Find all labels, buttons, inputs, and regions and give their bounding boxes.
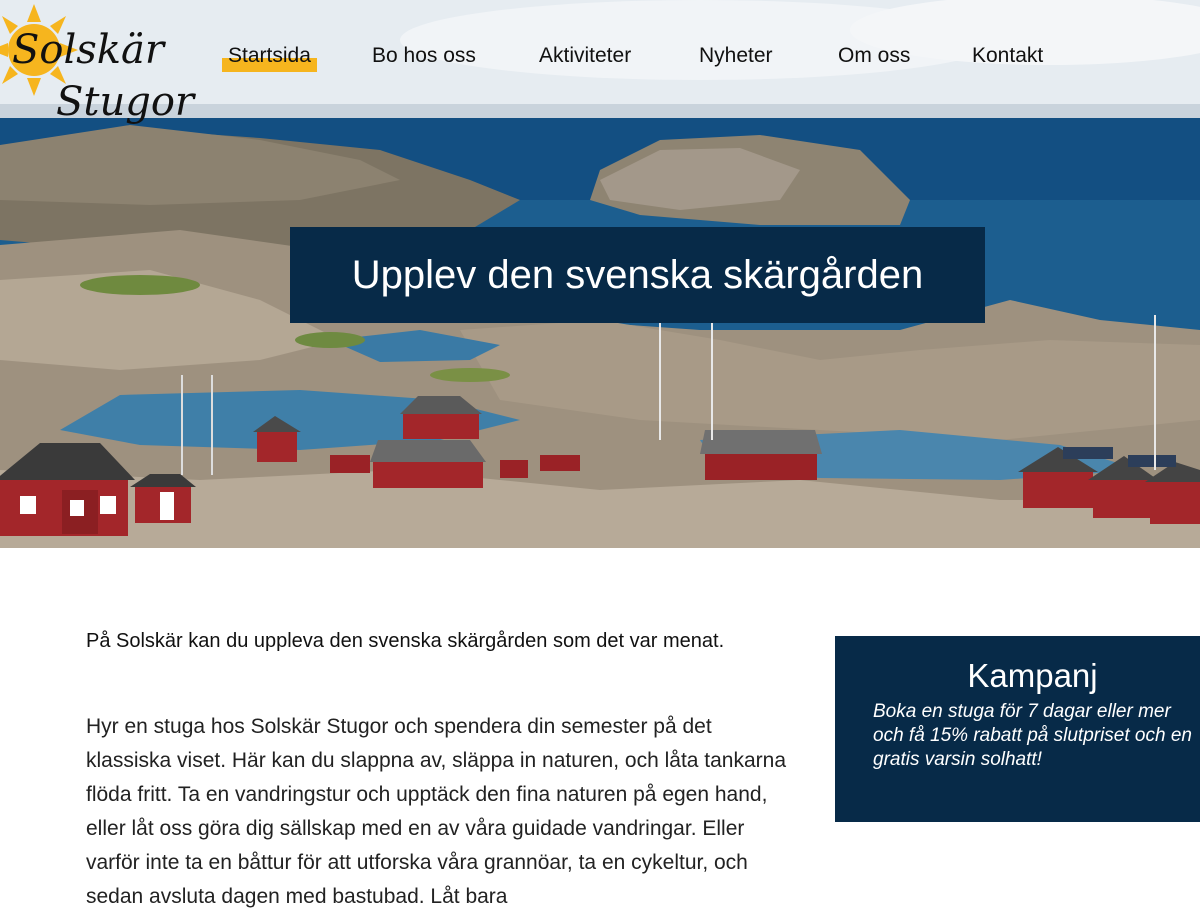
intro-text: På Solskär kan du uppleva den svenska sk… — [86, 630, 725, 652]
nav-item-nyheter[interactable]: Nyheter — [699, 44, 773, 68]
hero-section: Solskär Stugor Startsida Bo hos oss Akti… — [0, 0, 1200, 548]
nav-item-bo-hos-oss[interactable]: Bo hos oss — [372, 44, 476, 68]
hero-title: Upplev den svenska skärgården — [351, 252, 924, 297]
nav-item-aktiviteter[interactable]: Aktiviteter — [539, 44, 631, 68]
nav-item-om-oss[interactable]: Om oss — [838, 44, 910, 68]
campaign-text: Boka en stuga för 7 dagar eller mer och … — [873, 701, 1192, 770]
main-nav: Startsida Bo hos oss Aktiviteter Nyheter… — [0, 40, 1200, 80]
body-text: Hyr en stuga hos Solskär Stugor och spen… — [86, 715, 787, 908]
hero-title-box: Upplev den svenska skärgården — [290, 227, 985, 323]
logo-text-stugor: Stugor — [56, 79, 195, 125]
campaign-box: Kampanj Boka en stuga för 7 dagar eller … — [835, 636, 1200, 822]
nav-item-startsida[interactable]: Startsida — [222, 44, 317, 72]
nav-item-kontakt[interactable]: Kontakt — [972, 44, 1043, 68]
campaign-title: Kampanj — [967, 657, 1098, 694]
